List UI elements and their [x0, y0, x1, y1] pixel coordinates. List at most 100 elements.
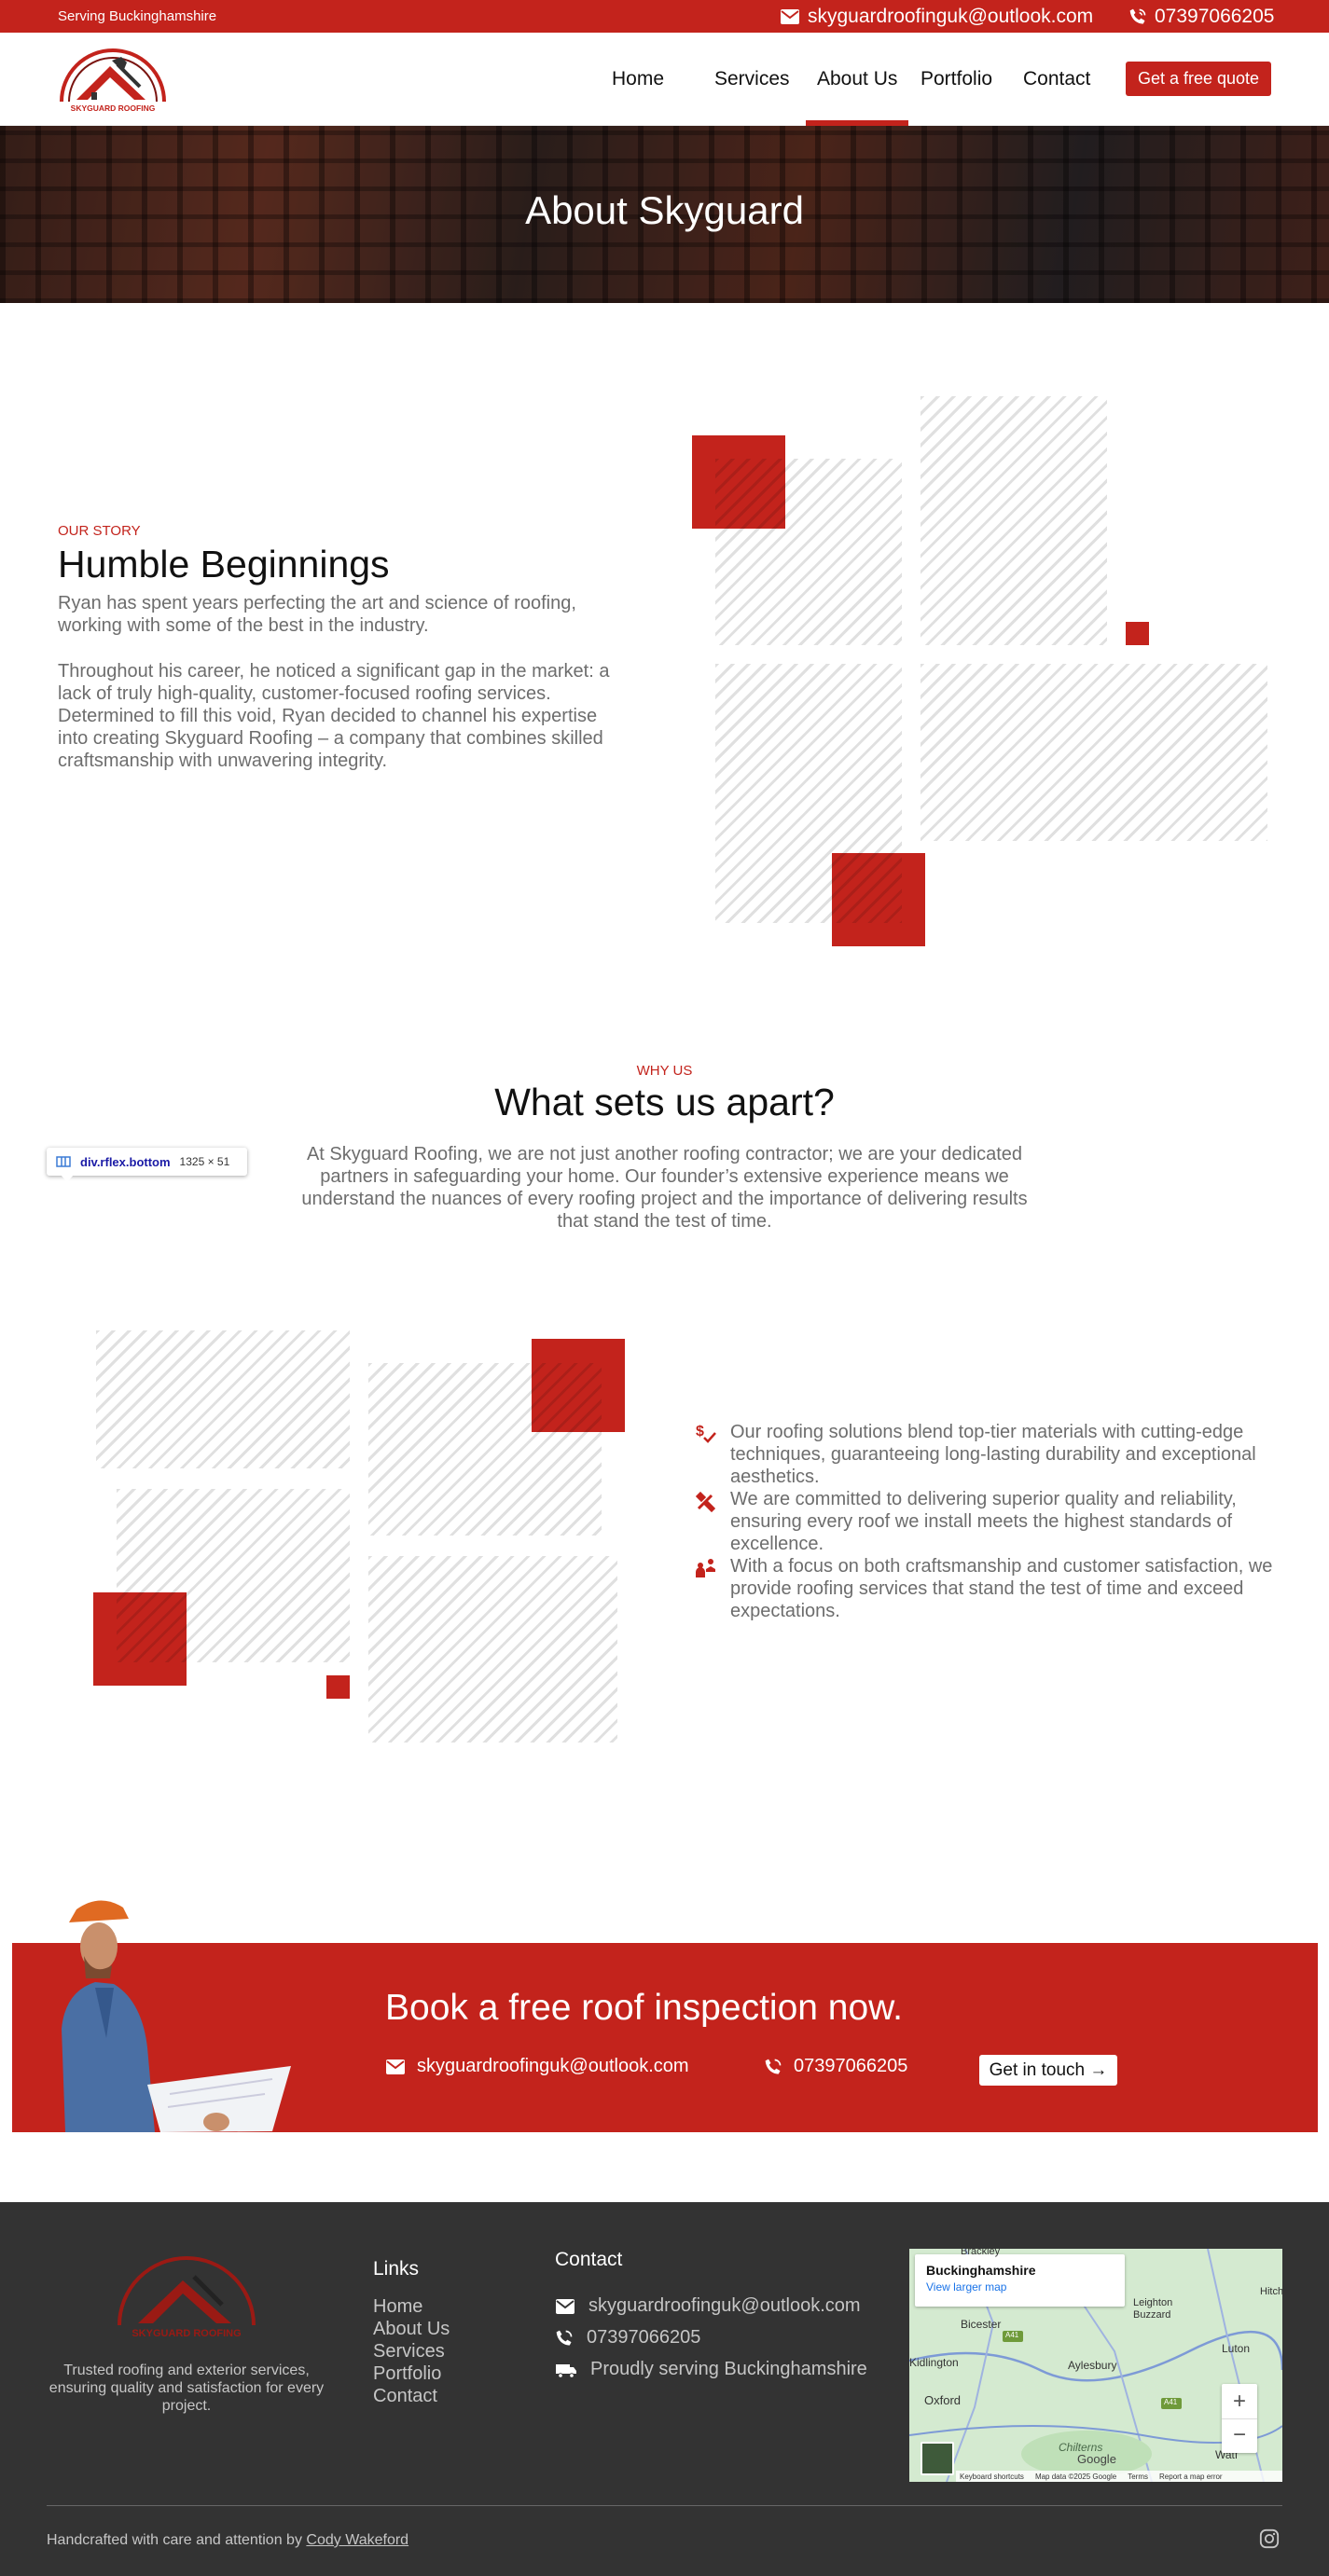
- get-free-quote-button[interactable]: Get a free quote: [1126, 62, 1271, 96]
- footer-link-about-us[interactable]: About Us: [373, 2318, 450, 2340]
- roof-photo: [96, 1330, 350, 1468]
- feature-text: Our roofing solutions blend top-tier mat…: [730, 1422, 1256, 1487]
- instagram-icon[interactable]: [1259, 2528, 1280, 2549]
- roof-photo: [368, 1556, 617, 1743]
- road-label: A41: [1164, 2398, 1178, 2406]
- map-place: Buckinghamshire: [926, 2263, 1036, 2278]
- roof-photo: [921, 396, 1107, 645]
- map-info-card: Buckinghamshire View larger map: [915, 2254, 1125, 2307]
- footer-link-portfolio[interactable]: Portfolio: [373, 2362, 441, 2385]
- footer-divider: [47, 2505, 1282, 2506]
- money-check-icon: $: [696, 1424, 716, 1443]
- serving-area: Serving Buckinghamshire: [58, 8, 217, 24]
- nav-services[interactable]: Services: [714, 68, 790, 90]
- topbar-email: skyguardroofinguk@outlook.com: [808, 6, 1094, 27]
- roof-photo: [921, 664, 1267, 841]
- hero-banner: About Skyguard: [0, 126, 1329, 303]
- footer-contact-title: Contact: [555, 2249, 623, 2270]
- why-title: What sets us apart?: [494, 1081, 835, 1123]
- view-larger-map-link[interactable]: View larger map: [926, 2280, 1114, 2294]
- map-town: Kidlington: [909, 2356, 959, 2369]
- cta-phone-link[interactable]: 07397066205: [764, 2056, 907, 2077]
- phone-icon: [1129, 8, 1146, 24]
- map-town: Brackley: [961, 2249, 1001, 2257]
- google-logo: Google: [1077, 2452, 1116, 2466]
- footer-service-area: Proudly serving Buckinghamshire: [555, 2359, 867, 2380]
- satellite-toggle[interactable]: [921, 2442, 954, 2475]
- decor-square: [326, 1675, 350, 1699]
- footer-link-home[interactable]: Home: [373, 2295, 422, 2318]
- phone-icon: [556, 2330, 573, 2345]
- roof-photo: [368, 1363, 602, 1536]
- map-footer: Keyboard shortcuts Map data ©2025 Google…: [956, 2471, 1282, 2482]
- footer-credit: Handcrafted with care and attention by C…: [47, 2532, 409, 2548]
- footer-logo[interactable]: SKYGUARD ROOFING: [112, 2249, 261, 2342]
- feature-item: $ Our roofing solutions blend top-tier m…: [695, 1421, 1273, 1488]
- map-town: Leighton Buzzard: [1133, 2297, 1173, 2321]
- cta-title: Book a free roof inspection now.: [385, 1988, 904, 2028]
- map-zoom-controls: + −: [1222, 2384, 1257, 2453]
- roof-photo: [715, 459, 902, 645]
- road-label: A41: [1005, 2331, 1019, 2339]
- topbar-phone: 07397066205: [1155, 6, 1275, 27]
- van-icon: [556, 2363, 576, 2378]
- flex-layout-icon: [56, 1156, 71, 1167]
- topbar-email-link[interactable]: skyguardroofinguk@outlook.com: [780, 6, 1093, 28]
- skyguard-logo[interactable]: SKYGUARD ROOFING: [56, 44, 170, 115]
- envelope-icon: [781, 9, 799, 24]
- devtools-inspect-tooltip: div.rflex.bottom 1325 × 51: [47, 1148, 247, 1176]
- topbar-phone-link[interactable]: 07397066205: [1128, 6, 1274, 28]
- arrow-right-icon: →: [1089, 2060, 1108, 2080]
- feature-item: We are committed to delivering superior …: [695, 1488, 1273, 1555]
- footer-phone-link[interactable]: 07397066205: [555, 2327, 700, 2349]
- story-section: OUR STORY Humble Beginnings Ryan has spe…: [58, 523, 617, 772]
- page-title: About Skyguard: [525, 188, 804, 232]
- nav-home[interactable]: Home: [612, 68, 664, 90]
- svg-text:SKYGUARD ROOFING: SKYGUARD ROOFING: [132, 2328, 241, 2339]
- tools-icon: [695, 1491, 716, 1512]
- nav-contact[interactable]: Contact: [1023, 68, 1090, 90]
- nav-about-us[interactable]: About Us: [805, 68, 909, 128]
- story-paragraph-1: Ryan has spent years perfecting the art …: [58, 593, 576, 636]
- envelope-icon: [386, 2059, 405, 2074]
- why-kicker: WHY US: [636, 1063, 693, 1079]
- feature-text: We are committed to delivering superior …: [730, 1489, 1237, 1554]
- zoom-in-button[interactable]: +: [1222, 2384, 1257, 2418]
- why-paragraph: At Skyguard Roofing, we are not just ano…: [301, 1144, 1028, 1232]
- map-town: Luton: [1222, 2342, 1251, 2355]
- map-town: Hitch: [1260, 2286, 1282, 2297]
- decor-square: [1126, 622, 1149, 645]
- footer-links-title: Links: [373, 2258, 420, 2280]
- roofer-illustration: [58, 1898, 300, 2132]
- feature-item: With a focus on both craftsmanship and c…: [695, 1555, 1273, 1622]
- story-kicker: OUR STORY: [58, 523, 141, 539]
- map-town: Aylesbury: [1068, 2359, 1117, 2372]
- footer-link-contact[interactable]: Contact: [373, 2385, 437, 2407]
- story-title: Humble Beginnings: [58, 543, 390, 585]
- svg-text:SKYGUARD ROOFING: SKYGUARD ROOFING: [71, 103, 156, 113]
- footer-tagline: Trusted roofing and exterior services, e…: [48, 2362, 325, 2414]
- people-icon: [696, 1559, 715, 1577]
- footer-link-services[interactable]: Services: [373, 2340, 445, 2362]
- cta-email-link[interactable]: skyguardroofinguk@outlook.com: [385, 2056, 689, 2077]
- tooltip-selector: div.rflex.bottom: [80, 1154, 171, 1169]
- roof-photo: [715, 664, 902, 923]
- get-in-touch-button[interactable]: Get in touch →: [979, 2055, 1117, 2086]
- map-town: Bicester: [961, 2318, 1002, 2331]
- tooltip-size: 1325 × 51: [179, 1155, 230, 1168]
- story-paragraph-2: Throughout his career, he noticed a sign…: [58, 661, 610, 771]
- google-map-embed[interactable]: Buckinghamshire View larger map Brackley…: [909, 2249, 1282, 2482]
- footer-email-link[interactable]: skyguardroofinguk@outlook.com: [555, 2295, 861, 2317]
- feature-text: With a focus on both craftsmanship and c…: [730, 1556, 1273, 1621]
- zoom-out-button[interactable]: −: [1222, 2418, 1257, 2453]
- map-town: Oxford: [924, 2393, 962, 2407]
- footer: SKYGUARD ROOFING Trusted roofing and ext…: [0, 2202, 1329, 2576]
- roof-photo: [117, 1489, 350, 1662]
- phone-icon: [765, 2059, 782, 2073]
- credit-link[interactable]: Cody Wakeford: [306, 2532, 408, 2548]
- top-bar: Serving Buckinghamshire skyguardroofingu…: [0, 0, 1329, 33]
- svg-text:$: $: [696, 1424, 704, 1440]
- envelope-icon: [556, 2298, 575, 2314]
- nav-portfolio[interactable]: Portfolio: [921, 68, 992, 90]
- main-nav: SKYGUARD ROOFING Home Services About Us …: [0, 33, 1329, 128]
